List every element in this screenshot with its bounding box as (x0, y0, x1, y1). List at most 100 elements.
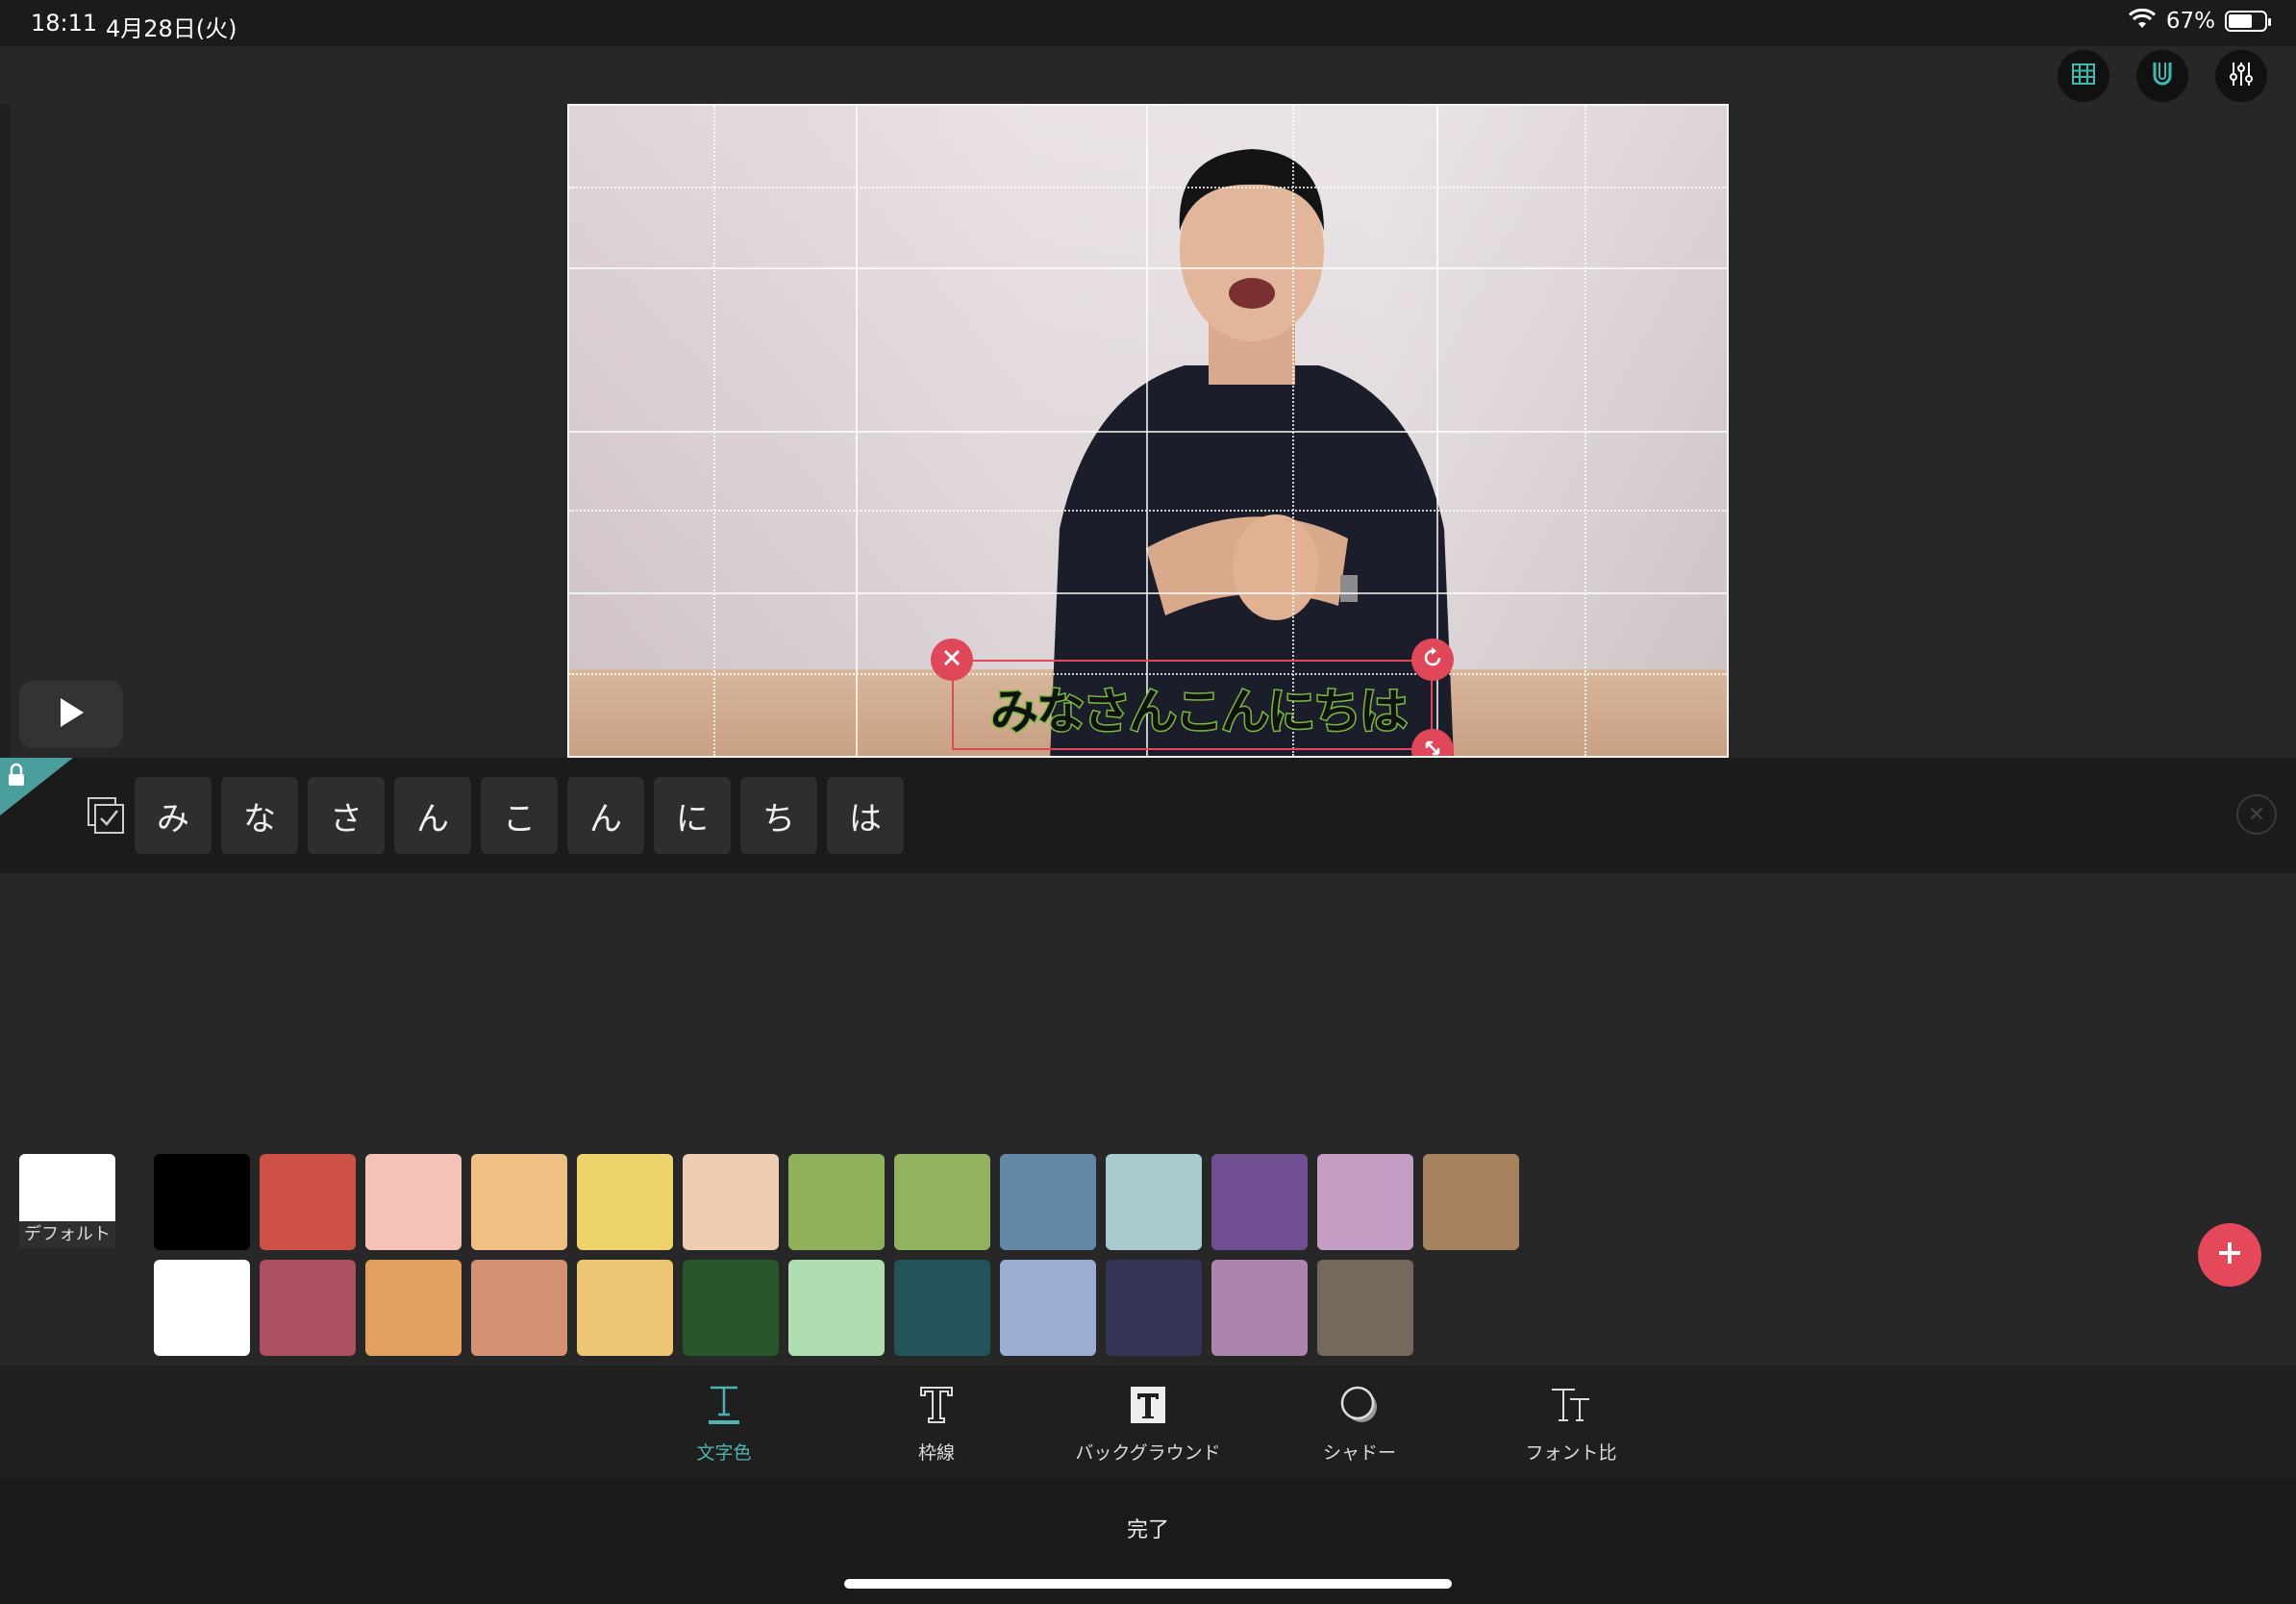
text-outline-icon (917, 1384, 956, 1430)
swatch-spacer (1423, 1260, 1519, 1356)
select-all-button[interactable] (87, 796, 125, 835)
grid-guide (1292, 106, 1294, 756)
character-key[interactable]: は (827, 777, 904, 854)
preview-edge (0, 104, 10, 758)
character-key[interactable]: こ (481, 777, 558, 854)
video-canvas[interactable]: みなさんこんにちは (567, 104, 1729, 758)
color-swatch[interactable] (788, 1260, 885, 1356)
character-key[interactable]: ん (394, 777, 471, 854)
color-swatch[interactable] (1211, 1260, 1308, 1356)
color-swatch[interactable] (1211, 1154, 1308, 1250)
color-swatch[interactable] (894, 1260, 990, 1356)
tab-text-color-label: 文字色 (696, 1442, 752, 1464)
tab-text-color[interactable]: 文字色 (637, 1383, 811, 1465)
color-swatch[interactable] (471, 1154, 567, 1250)
checkbox-stack-icon (87, 797, 125, 839)
grid-line (569, 431, 1727, 433)
character-list: みなさんこんにちは (135, 777, 904, 854)
font-ratio-icon (1549, 1384, 1593, 1430)
color-swatch[interactable] (1106, 1154, 1202, 1250)
close-character-row-button[interactable]: ✕ (2236, 794, 2277, 835)
status-date: 4月28日(火) (106, 15, 237, 42)
color-swatch[interactable] (260, 1260, 356, 1356)
character-key[interactable]: に (654, 777, 731, 854)
tab-background[interactable]: バックグラウンド (1061, 1383, 1235, 1465)
color-swatch[interactable] (365, 1260, 462, 1356)
color-swatch[interactable] (365, 1154, 462, 1250)
status-right: 67% (2128, 8, 2271, 34)
play-icon (57, 696, 86, 733)
color-swatch[interactable] (788, 1154, 885, 1250)
color-swatch[interactable] (1423, 1154, 1519, 1250)
grid-line (569, 592, 1727, 594)
color-swatch[interactable] (894, 1154, 990, 1250)
rotate-icon (1421, 646, 1444, 673)
preview-area: みなさんこんにちは (0, 46, 2296, 758)
resize-icon (1422, 738, 1443, 756)
sliders-icon (2227, 60, 2256, 92)
tab-shadow-label: シャドー (1322, 1442, 1396, 1464)
plus-icon (2213, 1237, 2246, 1273)
subtitle-text[interactable]: みなさんこんにちは (989, 673, 1410, 742)
grid-guide (569, 187, 1727, 188)
tab-background-label: バックグラウンド (1075, 1442, 1221, 1464)
close-icon (941, 647, 962, 672)
default-color-label: デフォルト (19, 1221, 115, 1248)
character-key[interactable]: ん (567, 777, 644, 854)
lock-toggle[interactable] (0, 758, 73, 815)
home-indicator (844, 1579, 1452, 1589)
footer: 完了 (0, 1481, 2296, 1604)
text-background-icon (1129, 1385, 1167, 1429)
magnet-button[interactable] (2136, 50, 2188, 102)
color-panel: デフォルト (0, 873, 2296, 1366)
character-row: みなさんこんにちは ✕ (0, 758, 2296, 873)
wifi-icon (2128, 8, 2157, 34)
color-swatch[interactable] (683, 1154, 779, 1250)
battery-icon (2225, 11, 2271, 32)
style-tab-bar: 文字色 枠線 バックグラウンド シャドー フォント比 (0, 1366, 2296, 1481)
tab-outline[interactable]: 枠線 (850, 1383, 1023, 1465)
grid-icon (2070, 61, 2097, 91)
color-swatch-grid (154, 1154, 1519, 1356)
grid-line (569, 267, 1727, 269)
color-swatch[interactable] (577, 1154, 673, 1250)
default-color-swatch[interactable]: デフォルト (19, 1154, 115, 1248)
color-swatch[interactable] (154, 1154, 250, 1250)
character-key[interactable]: な (221, 777, 298, 854)
status-bar: 18:11 4月28日(火) 67% (0, 0, 2296, 46)
grid-guide (569, 510, 1727, 512)
character-key[interactable]: さ (308, 777, 385, 854)
battery-percent: 67% (2165, 9, 2215, 34)
shadow-icon (1338, 1384, 1381, 1430)
color-swatch[interactable] (471, 1260, 567, 1356)
color-swatch[interactable] (154, 1260, 250, 1356)
add-color-button[interactable] (2198, 1223, 2261, 1287)
grid-button[interactable] (2058, 50, 2109, 102)
tab-font-ratio[interactable]: フォント比 (1485, 1383, 1658, 1465)
tab-font-ratio-label: フォント比 (1525, 1442, 1617, 1464)
adjust-button[interactable] (2215, 50, 2267, 102)
color-swatch[interactable] (1317, 1154, 1413, 1250)
color-swatch[interactable] (1000, 1154, 1096, 1250)
tab-outline-label: 枠線 (917, 1442, 955, 1464)
color-swatch[interactable] (577, 1260, 673, 1356)
text-color-icon (705, 1384, 743, 1430)
character-key[interactable]: ち (740, 777, 817, 854)
default-color-chip (19, 1154, 115, 1221)
rotate-subtitle-handle[interactable] (1411, 639, 1454, 681)
delete-subtitle-button[interactable] (931, 639, 973, 681)
magnet-icon (2149, 60, 2176, 92)
done-button[interactable]: 完了 (1058, 1510, 1238, 1552)
tab-shadow[interactable]: シャドー (1273, 1383, 1446, 1465)
status-time: 18:11 (31, 10, 98, 37)
color-swatch[interactable] (683, 1260, 779, 1356)
character-key[interactable]: み (135, 777, 212, 854)
grid-guide (1585, 106, 1586, 756)
play-button[interactable] (19, 681, 123, 748)
color-swatch[interactable] (1000, 1260, 1096, 1356)
top-toolbar (2058, 50, 2267, 102)
color-swatch[interactable] (260, 1154, 356, 1250)
grid-guide (713, 106, 715, 756)
color-swatch[interactable] (1106, 1260, 1202, 1356)
color-swatch[interactable] (1317, 1260, 1413, 1356)
